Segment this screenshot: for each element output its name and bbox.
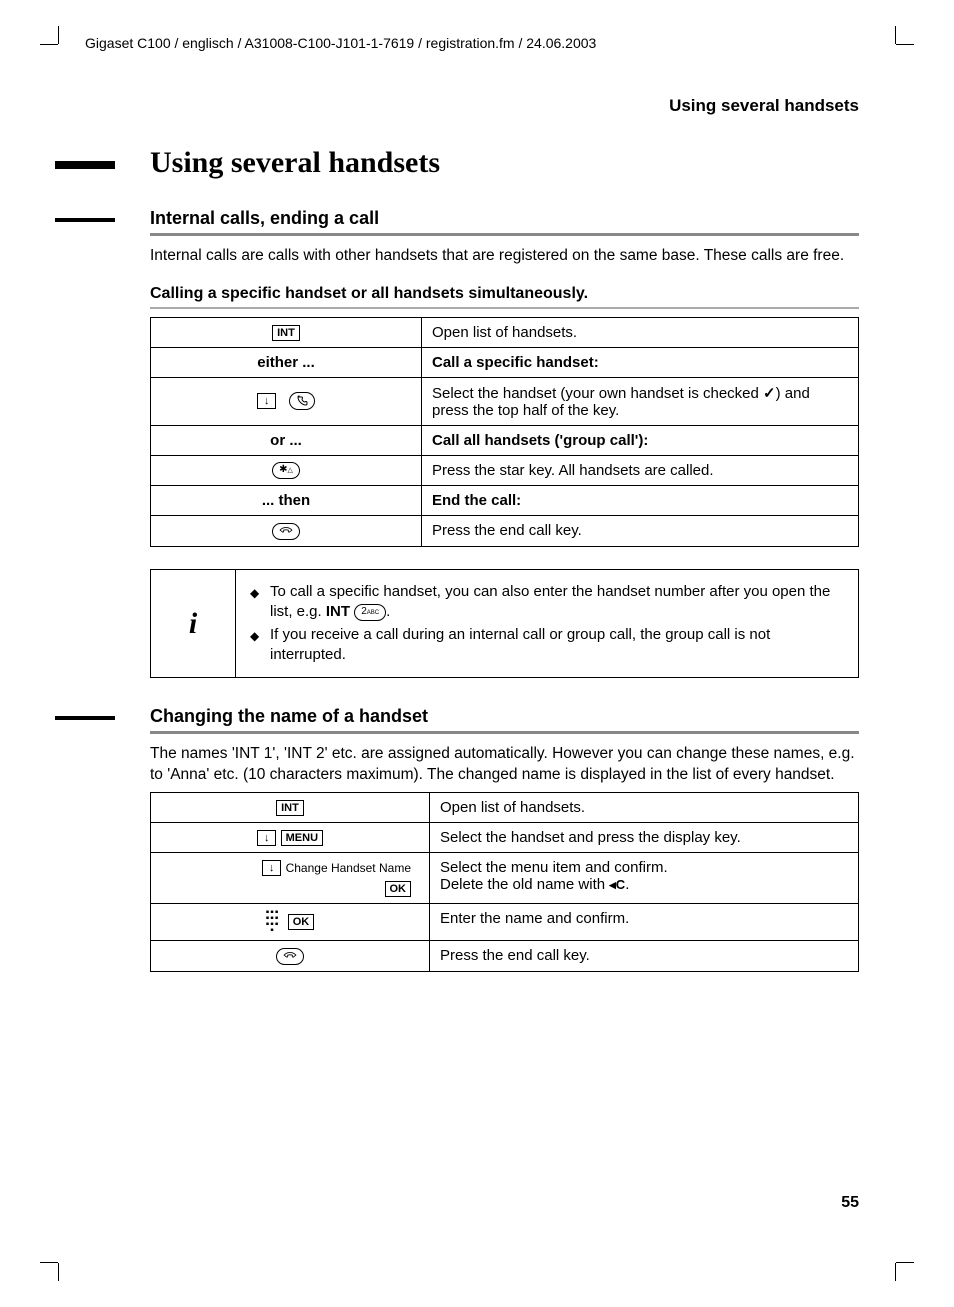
step-text: Press the end call key.: [430, 940, 859, 971]
star-key-icon: ✱△: [272, 462, 300, 479]
table-row: ✱△ Press the star key. All handsets are …: [151, 455, 859, 486]
section-heading: Changing the name of a handset: [150, 706, 859, 727]
talk-key-icon: [289, 392, 315, 410]
title-bar: [55, 161, 115, 169]
step-text: Call all handsets ('group call'):: [422, 425, 859, 455]
step-text: Press the star key. All handsets are cal…: [422, 455, 859, 486]
running-head: Using several handsets: [95, 96, 859, 116]
info-icon: i: [151, 570, 236, 678]
step-text: Select the menu item and confirm. Delete…: [430, 852, 859, 903]
table-row: ↓ MENU Select the handset and press the …: [151, 822, 859, 852]
body-text: Internal calls are calls with other hand…: [150, 246, 859, 267]
check-icon: ✓: [763, 385, 776, 402]
table-row: ↓ Change Handset Name OK Select the menu…: [151, 852, 859, 903]
two-key-icon: 2ABC: [354, 604, 386, 621]
table-row: ↓ Select the handset (your own handset i…: [151, 377, 859, 425]
crop-mark: [896, 44, 914, 45]
procedure-table: INT Open list of handsets. either ... Ca…: [150, 317, 859, 547]
crop-mark: [58, 26, 59, 44]
down-key-icon: ↓: [262, 860, 282, 876]
note-item: If you receive a call during an internal…: [266, 625, 846, 666]
divider: [150, 233, 859, 236]
crop-mark: [40, 44, 58, 45]
int-key-icon: INT: [276, 800, 304, 816]
note-box: i To call a specific handset, you can al…: [150, 569, 859, 678]
divider: [150, 307, 859, 309]
step-text: End the call:: [422, 486, 859, 516]
step-text: Enter the name and confirm.: [430, 903, 859, 940]
step-label: ... then: [151, 486, 422, 516]
int-key-icon: INT: [272, 325, 300, 341]
crop-mark: [895, 26, 896, 44]
note-item: To call a specific handset, you can also…: [266, 582, 846, 623]
table-row: either ... Call a specific handset:: [151, 347, 859, 377]
step-label: either ...: [151, 347, 422, 377]
body-text: The names 'INT 1', 'INT 2' etc. are assi…: [150, 744, 859, 786]
section-heading: Internal calls, ending a call: [150, 208, 859, 229]
table-row: ▪▪▪▪▪▪▪▪▪ ▪ OK Enter the name and confir…: [151, 903, 859, 940]
step-label: or ...: [151, 425, 422, 455]
step-text: Select the handset and press the display…: [430, 822, 859, 852]
ok-key-icon: OK: [385, 881, 412, 897]
down-key-icon: ↓: [257, 393, 277, 409]
step-text: Open list of handsets.: [430, 792, 859, 822]
end-call-key-icon: [276, 948, 304, 965]
table-row: ... then End the call:: [151, 486, 859, 516]
end-call-key-icon: [272, 523, 300, 540]
header-path: Gigaset C100 / englisch / A31008-C100-J1…: [85, 35, 859, 51]
crop-mark: [895, 1263, 896, 1281]
crop-mark: [58, 1263, 59, 1281]
divider: [150, 731, 859, 734]
menu-key-icon: MENU: [281, 830, 323, 846]
subsection-heading: Calling a specific handset or all handse…: [150, 285, 859, 303]
page-number: 55: [841, 1194, 859, 1212]
table-row: Press the end call key.: [151, 940, 859, 971]
page-title: Using several handsets: [150, 146, 859, 180]
step-text: Call a specific handset:: [422, 347, 859, 377]
step-text: Select the handset (your own handset is …: [422, 377, 859, 425]
clear-key-icon: ◂C: [609, 877, 625, 892]
table-row: INT Open list of handsets.: [151, 317, 859, 347]
menu-item-label: Change Handset Name: [286, 861, 411, 875]
table-row: Press the end call key.: [151, 516, 859, 547]
section-bar: [55, 218, 115, 222]
step-text: Open list of handsets.: [422, 317, 859, 347]
table-row: or ... Call all handsets ('group call'):: [151, 425, 859, 455]
step-text: Press the end call key.: [422, 516, 859, 547]
procedure-table: INT Open list of handsets. ↓ MENU Select…: [150, 792, 859, 972]
down-key-icon: ↓: [257, 830, 277, 846]
dialpad-icon: ▪▪▪▪▪▪▪▪▪ ▪: [266, 910, 280, 934]
ok-key-icon: OK: [288, 914, 315, 930]
crop-mark: [896, 1262, 914, 1263]
table-row: INT Open list of handsets.: [151, 792, 859, 822]
section-bar: [55, 716, 115, 720]
crop-mark: [40, 1262, 58, 1263]
